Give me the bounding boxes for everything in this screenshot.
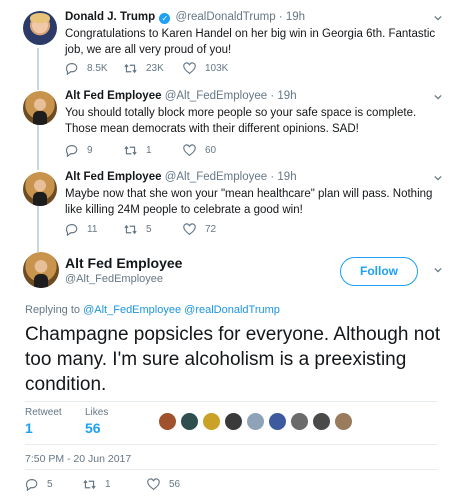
verified-badge-icon: ✓: [159, 13, 171, 24]
author-name[interactable]: Alt Fed Employee: [65, 171, 162, 183]
liker-avatar[interactable]: [224, 412, 243, 431]
avatar[interactable]: [23, 172, 57, 206]
reply-button[interactable]: 9: [65, 143, 93, 157]
retweet-count: 1: [146, 144, 152, 156]
separator: ·: [270, 90, 275, 102]
like-button[interactable]: 72: [183, 222, 216, 236]
retweet-count: 5: [146, 223, 152, 235]
author-handle[interactable]: @Alt_FedEmployee: [65, 273, 163, 285]
author-name[interactable]: Alt Fed Employee: [65, 255, 182, 271]
tweet-timestamp[interactable]: 7:50 PM - 20 Jun 2017: [25, 453, 131, 465]
tweet-time[interactable]: 19h: [277, 90, 296, 102]
reply-icon: [65, 62, 78, 75]
retweet-button[interactable]: 5: [124, 222, 152, 236]
separator: ·: [278, 11, 283, 23]
like-button[interactable]: 103K: [183, 61, 228, 75]
author-handle[interactable]: @Alt_FedEmployee: [165, 90, 267, 102]
reply-count: 11: [87, 223, 98, 235]
liker-avatar[interactable]: [290, 412, 309, 431]
reply-icon: [25, 478, 38, 491]
follow-button[interactable]: Follow: [340, 257, 418, 286]
heart-icon: [183, 222, 196, 235]
retweets-label: Retweet: [25, 407, 62, 418]
liker-avatar[interactable]: [312, 412, 331, 431]
heart-icon: [183, 143, 196, 156]
retweet-icon: [124, 145, 137, 155]
retweet-button[interactable]: 1: [83, 477, 111, 491]
retweet-icon: [124, 224, 137, 234]
thread-line: [37, 48, 39, 90]
reply-button[interactable]: 8.5K: [65, 61, 108, 75]
liker-avatar[interactable]: [202, 412, 221, 431]
tweet-time[interactable]: 19h: [286, 11, 305, 23]
tweet-header: Alt Fed Employee @Alt_FedEmployee · 19h: [65, 90, 297, 102]
reply-count: 8.5K: [87, 62, 108, 74]
thread-line: [37, 206, 39, 252]
retweet-count: 23K: [146, 62, 164, 74]
like-button[interactable]: 56: [147, 477, 180, 491]
reply-icon: [65, 223, 78, 236]
liker-avatar[interactable]: [158, 412, 177, 431]
retweet-icon: [124, 63, 137, 73]
author-name[interactable]: Alt Fed Employee: [65, 90, 162, 102]
retweet-icon: [83, 479, 96, 489]
like-count: 72: [205, 223, 217, 235]
retweets-stat[interactable]: Retweet 1: [25, 407, 62, 436]
like-count: 103K: [205, 62, 229, 74]
divider: [25, 401, 437, 402]
chevron-down-icon[interactable]: [434, 93, 442, 101]
liker-avatar[interactable]: [334, 412, 353, 431]
author-handle[interactable]: @realDonaldTrump: [176, 11, 276, 23]
chevron-down-icon[interactable]: [434, 174, 442, 182]
tweet-actions: 11 5 72: [65, 222, 365, 236]
tweet-text: Maybe now that she won your "mean health…: [65, 188, 433, 216]
author-name[interactable]: Donald J. Trump: [65, 11, 155, 23]
tweet-time[interactable]: 19h: [277, 171, 296, 183]
tweet-header: Donald J. Trump ✓ @realDonaldTrump · 19h: [65, 11, 305, 24]
divider: [25, 469, 437, 470]
chevron-down-icon[interactable]: [434, 14, 442, 22]
reply-icon: [65, 144, 78, 157]
thread-line: [37, 124, 39, 170]
like-count: 60: [205, 144, 217, 156]
avatar[interactable]: [23, 252, 59, 288]
retweet-button[interactable]: 23K: [124, 61, 164, 75]
likes-label: Likes: [85, 407, 109, 418]
tweet-header: Alt Fed Employee @Alt_FedEmployee · 19h: [65, 171, 297, 183]
reply-count: 9: [87, 144, 93, 156]
tweet-text: Congratulations to Karen Handel on her b…: [65, 28, 436, 56]
main-tweet-text: Champagne popsicles for everyone. Althou…: [25, 324, 441, 395]
tweet-actions: 5 1 56: [25, 477, 325, 491]
likes-stat[interactable]: Likes 56: [85, 407, 108, 436]
tweet-text: You should totally block more people so …: [65, 107, 417, 135]
chevron-down-icon[interactable]: [434, 266, 442, 274]
mention-link[interactable]: @realDonaldTrump: [184, 304, 280, 316]
divider: [25, 444, 437, 445]
liker-avatar[interactable]: [180, 412, 199, 431]
separator: ·: [270, 171, 275, 183]
like-button[interactable]: 60: [183, 143, 216, 157]
likes-count: 56: [85, 420, 101, 436]
reply-button[interactable]: 5: [25, 477, 53, 491]
liker-avatar[interactable]: [268, 412, 287, 431]
avatar[interactable]: [23, 91, 57, 125]
retweet-count: 1: [105, 478, 111, 490]
heart-icon: [183, 61, 196, 74]
tweet-actions: 8.5K 23K 103K: [65, 61, 365, 75]
liker-avatar[interactable]: [246, 412, 265, 431]
author-handle[interactable]: @Alt_FedEmployee: [165, 171, 267, 183]
retweet-button[interactable]: 1: [124, 143, 152, 157]
heart-icon: [147, 477, 160, 490]
retweets-count: 1: [25, 420, 33, 436]
reply-count: 5: [47, 478, 53, 490]
reply-button[interactable]: 11: [65, 222, 97, 236]
replying-prefix: Replying to: [25, 304, 81, 316]
avatar[interactable]: [23, 11, 57, 45]
mention-link[interactable]: @Alt_FedEmployee: [83, 304, 181, 316]
like-count: 56: [169, 478, 181, 490]
tweet-actions: 9 1 60: [65, 143, 365, 157]
replying-to: Replying to @Alt_FedEmployee @realDonald…: [25, 304, 280, 316]
